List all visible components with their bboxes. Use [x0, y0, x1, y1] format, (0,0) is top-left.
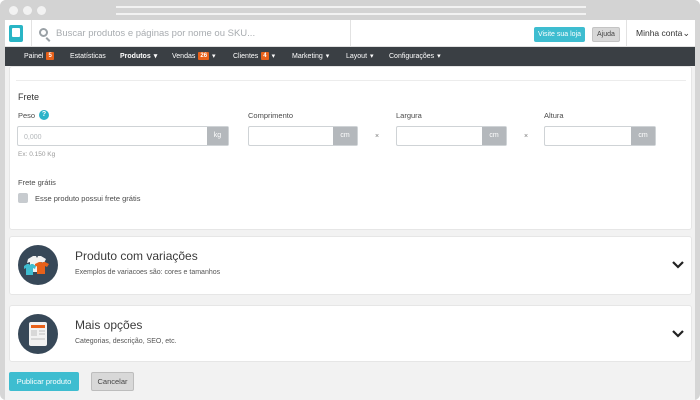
help-circle-icon[interactable]: ?: [39, 110, 49, 120]
visit-store-button[interactable]: Visite sua loja: [534, 27, 585, 42]
address-bar[interactable]: [116, 6, 586, 15]
more-options-card[interactable]: Mais opções Categorias, descrição, SEO, …: [9, 305, 692, 362]
chevron-down-icon[interactable]: [670, 257, 686, 273]
nav-item-configuracoes[interactable]: Configurações ▾: [389, 47, 441, 66]
chevron-down-icon: ▾: [325, 53, 330, 60]
height-field[interactable]: cm: [544, 126, 656, 146]
help-button[interactable]: Ajuda: [592, 27, 620, 42]
height-unit: cm: [631, 127, 655, 145]
free-shipping-title: Frete grátis: [18, 178, 56, 187]
window-minimize-dot[interactable]: [23, 6, 32, 15]
width-input[interactable]: [403, 131, 480, 143]
chevron-down-icon: ▾: [212, 53, 216, 60]
times-separator: ×: [375, 133, 380, 140]
shipping-title: Frete: [18, 92, 40, 102]
nav-label: Painel: [24, 53, 44, 60]
width-unit: cm: [482, 127, 506, 145]
height-label: Altura: [544, 111, 564, 120]
page-viewport: Visite sua loja Ajuda Minha conta ⌄ Pain…: [5, 20, 695, 400]
width-label: Largura: [396, 111, 422, 120]
nav-label: Estatísticas: [70, 53, 106, 60]
nav-badge: 5: [46, 52, 54, 60]
nav-item-vendas[interactable]: Vendas 26 ▾: [172, 47, 216, 66]
chevron-down-icon: ▾: [153, 53, 158, 60]
window-maximize-dot[interactable]: [37, 6, 46, 15]
length-label: Comprimento: [248, 111, 294, 120]
width-field[interactable]: cm: [396, 126, 507, 146]
nav-badge: 4: [261, 52, 269, 60]
nav-label: Clientes: [233, 53, 259, 60]
top-bar: Visite sua loja Ajuda Minha conta ⌄: [5, 20, 695, 47]
chevron-down-icon[interactable]: [670, 326, 686, 342]
nav-label: Produtos: [120, 53, 151, 60]
weight-unit: kg: [207, 127, 228, 145]
nav-label: Layout: [346, 53, 368, 60]
search-icon: [39, 28, 48, 37]
nav-label: Configurações: [389, 53, 435, 60]
chevron-down-icon: ▾: [271, 53, 276, 60]
nav-item-layout[interactable]: Layout ▾: [346, 47, 374, 66]
app-logo-icon[interactable]: [9, 25, 23, 42]
account-label: Minha conta: [636, 28, 683, 38]
weight-field[interactable]: kg: [17, 126, 229, 146]
weight-input[interactable]: [24, 131, 171, 143]
free-shipping-label: Esse produto possui frete grátis: [35, 194, 141, 203]
nav-label: Marketing: [292, 53, 323, 60]
variations-card[interactable]: Produto com variações Exemplos de variac…: [9, 236, 692, 295]
browser-titlebar: [0, 0, 700, 20]
nav-item-painel[interactable]: Painel 5: [24, 47, 54, 66]
nav-item-estatisticas[interactable]: Estatísticas: [70, 47, 106, 66]
more-options-subtitle: Categorias, descrição, SEO, etc.: [75, 338, 177, 345]
weight-hint: Ex: 0.150 Kg: [18, 151, 56, 158]
free-shipping-checkbox[interactable]: [18, 193, 28, 203]
height-input[interactable]: [551, 131, 628, 143]
variations-title: Produto com variações: [75, 249, 198, 263]
chevron-down-icon: ▾: [370, 53, 374, 60]
length-unit: cm: [333, 127, 357, 145]
weight-label: Peso: [18, 111, 36, 120]
length-field[interactable]: cm: [248, 126, 358, 146]
variations-subtitle: Exemplos de variacoes são: cores e taman…: [75, 269, 221, 276]
account-menu[interactable]: Minha conta ⌄: [626, 20, 695, 47]
publish-button[interactable]: Publicar produto: [9, 372, 79, 391]
shipping-card: Frete Peso ? kg Ex: 0.150 Kg Comprimento…: [9, 66, 692, 230]
nav-badge: 26: [198, 52, 210, 60]
cancel-button[interactable]: Cancelar: [91, 372, 134, 391]
nav-label: Vendas: [172, 53, 196, 60]
tablet-icon: [18, 314, 58, 354]
length-input[interactable]: [255, 131, 331, 143]
divider: [16, 80, 686, 81]
chevron-down-icon: ⌄: [682, 28, 690, 38]
search-input[interactable]: [56, 24, 346, 43]
main-nav: Painel 5 Estatísticas Produtos ▾ Vendas 26 ▾…: [5, 47, 695, 66]
nav-item-produtos[interactable]: Produtos ▾: [120, 47, 157, 66]
more-options-title: Mais opções: [75, 318, 143, 332]
window-close-dot[interactable]: [9, 6, 18, 15]
browser-window: Visite sua loja Ajuda Minha conta ⌄ Pain…: [0, 0, 700, 400]
times-separator: ×: [524, 133, 529, 140]
nav-item-marketing[interactable]: Marketing ▾: [292, 47, 329, 66]
nav-item-clientes[interactable]: Clientes 4 ▾: [233, 47, 275, 66]
search-box: [31, 20, 351, 47]
chevron-down-icon: ▾: [437, 53, 441, 60]
tshirt-icon: [18, 245, 58, 285]
